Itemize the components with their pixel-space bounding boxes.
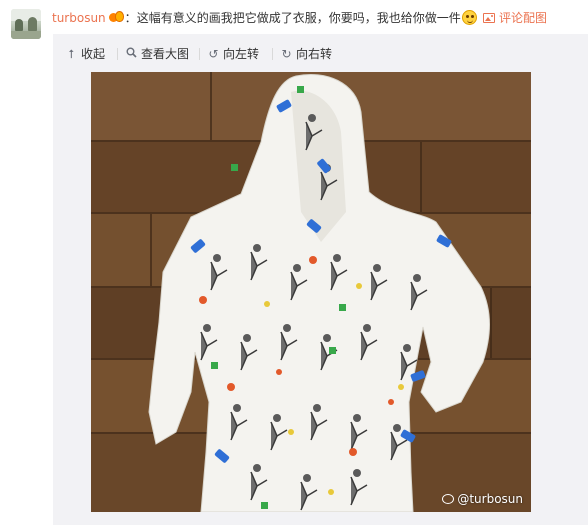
comment-image[interactable]: @turbosun bbox=[91, 72, 531, 512]
vip-badge-icon bbox=[108, 11, 124, 24]
comment-colon: ： bbox=[124, 11, 137, 25]
avatar[interactable] bbox=[11, 9, 41, 39]
collapse-button[interactable]: ⭡ 收起 bbox=[66, 46, 105, 62]
magnifier-icon bbox=[126, 46, 137, 62]
rotate-right-label: 向右转 bbox=[296, 47, 333, 61]
comment-text: 这幅有意义的画我把它做成了衣服，你要吗，我也给你做一件 bbox=[136, 11, 461, 25]
picture-icon bbox=[483, 13, 495, 23]
weibo-logo-icon bbox=[442, 494, 455, 504]
rotate-right-icon: ↻ bbox=[281, 47, 292, 61]
view-large-label: 查看大图 bbox=[141, 47, 190, 61]
image-viewer-panel: ⭡ 收起 查看大图 ↺ 向左转 ↻ 向右转 @turbosun bbox=[53, 34, 588, 525]
comment-picture-label: 评论配图 bbox=[499, 11, 548, 25]
rotate-left-label: 向左转 bbox=[223, 47, 260, 61]
rotate-right-button[interactable]: ↻ 向右转 bbox=[281, 46, 332, 62]
rotate-left-button[interactable]: ↺ 向左转 bbox=[208, 46, 259, 62]
image-toolbar: ⭡ 收起 查看大图 ↺ 向左转 ↻ 向右转 bbox=[53, 34, 588, 72]
toolbar-divider bbox=[117, 48, 118, 60]
arrow-up-icon: ⭡ bbox=[68, 47, 75, 61]
toolbar-divider bbox=[199, 48, 200, 60]
comment-username[interactable]: turbosun bbox=[52, 11, 106, 25]
view-large-button[interactable]: 查看大图 bbox=[126, 46, 189, 62]
comment-picture-link[interactable]: 评论配图 bbox=[483, 9, 547, 27]
rotate-left-icon: ↺ bbox=[208, 47, 219, 61]
comment-body: turbosun ：这幅有意义的画我把它做成了衣服，你要吗，我也给你做一件 bbox=[52, 9, 477, 27]
image-watermark: @turbosun bbox=[442, 492, 523, 506]
collapse-label: 收起 bbox=[81, 47, 106, 61]
hoodie-photo bbox=[91, 72, 531, 512]
watermark-text: @turbosun bbox=[457, 492, 523, 506]
toolbar-divider bbox=[272, 48, 273, 60]
smile-emoji-icon bbox=[461, 10, 477, 25]
